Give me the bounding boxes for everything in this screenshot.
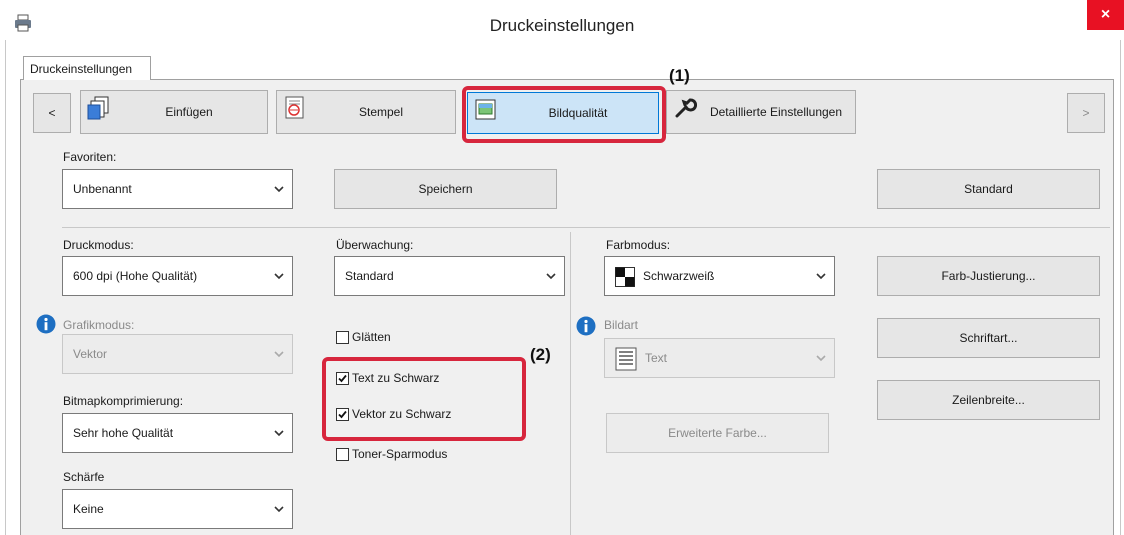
zeilenbreite-button[interactable]: Zeilenbreite...: [877, 380, 1100, 420]
chevron-down-icon: [274, 351, 284, 358]
schaerfe-combo[interactable]: Keine: [62, 489, 293, 529]
favoriten-value: Unbenannt: [73, 182, 132, 196]
callout-1-frame: [462, 86, 666, 143]
text-zu-schwarz-checkbox[interactable]: Text zu Schwarz: [336, 371, 439, 385]
black-white-icon: [615, 267, 635, 287]
toner-sparmodus-box[interactable]: [336, 447, 349, 461]
farb-justierung-button[interactable]: Farb-Justierung...: [877, 256, 1100, 296]
tab-stempel[interactable]: Stempel: [276, 90, 456, 134]
toner-sparmodus-checkbox[interactable]: Toner-Sparmodus: [336, 447, 447, 461]
nav-prev-button[interactable]: <: [33, 93, 71, 133]
wrench-icon: [675, 98, 697, 118]
tab-detaillierte-einstellungen[interactable]: Detaillierte Einstellungen: [666, 90, 856, 134]
bildart-value: Text: [645, 351, 668, 365]
text-zu-schwarz-box[interactable]: [336, 371, 349, 385]
glaetten-checkbox[interactable]: Glätten: [336, 330, 391, 344]
settings-panel: [20, 79, 1114, 535]
bitmap-label: Bitmapkomprimierung:: [63, 394, 184, 408]
vektor-zu-schwarz-checkbox[interactable]: Vektor zu Schwarz: [336, 407, 451, 421]
divider: [62, 227, 1110, 228]
callout-2-frame: [322, 357, 526, 441]
column-divider: [570, 232, 571, 535]
toner-sparmodus-label: Toner-Sparmodus: [352, 447, 448, 461]
checkmark-icon: [338, 374, 347, 382]
ueberwachung-combo[interactable]: Standard: [334, 256, 565, 296]
grafikmodus-value: Vektor: [73, 347, 108, 361]
close-button[interactable]: ×: [1087, 0, 1124, 30]
schaerfe-value: Keine: [73, 502, 104, 516]
grafikmodus-label: Grafikmodus:: [63, 318, 135, 332]
tab-druckeinstellungen[interactable]: Druckeinstellungen: [23, 56, 151, 80]
text-document-icon: [615, 347, 637, 371]
tab-einfuegen-label: Einfügen: [165, 105, 213, 119]
pages-icon: [87, 96, 109, 120]
favoriten-combo[interactable]: Unbenannt: [62, 169, 293, 209]
glaetten-label: Glätten: [352, 330, 391, 344]
schaerfe-label: Schärfe: [63, 470, 105, 484]
speichern-button[interactable]: Speichern: [334, 169, 557, 209]
checkmark-icon: [338, 410, 347, 418]
tab-detaillierte-label: Detaillierte Einstellungen: [709, 105, 843, 119]
info-icon: [36, 314, 56, 334]
window-title: Druckeinstellungen: [489, 16, 635, 35]
farbmodus-combo[interactable]: Schwarzweiß: [604, 256, 835, 296]
grafikmodus-combo[interactable]: Vektor: [62, 334, 293, 374]
bildart-combo[interactable]: Text: [604, 338, 835, 378]
chevron-down-icon: [816, 355, 826, 362]
bitmap-combo[interactable]: Sehr hohe Qualität: [62, 413, 293, 453]
callout-1-label: (1): [669, 66, 690, 85]
schriftart-button[interactable]: Schriftart...: [877, 318, 1100, 358]
farbmodus-value: Schwarzweiß: [643, 269, 715, 283]
erweiterte-farbe-button[interactable]: Erweiterte Farbe...: [606, 413, 829, 453]
glaetten-box[interactable]: [336, 330, 349, 344]
callout-2-label: (2): [530, 345, 551, 364]
stamp-icon: [285, 96, 304, 119]
tab-stempel-label: Stempel: [358, 105, 404, 119]
tab-einfuegen[interactable]: Einfügen: [80, 90, 268, 134]
chevron-down-icon: [546, 273, 556, 280]
druckmodus-value: 600 dpi (Hohe Qualität): [73, 269, 198, 283]
vektor-zu-schwarz-box[interactable]: [336, 407, 349, 421]
farbmodus-label: Farbmodus:: [606, 238, 671, 252]
info-icon: [576, 316, 596, 336]
druckmodus-combo[interactable]: 600 dpi (Hohe Qualität): [62, 256, 293, 296]
chevron-down-icon: [274, 506, 284, 513]
chevron-down-icon: [816, 273, 826, 280]
bildart-label: Bildart: [604, 318, 639, 332]
vektor-zu-schwarz-label: Vektor zu Schwarz: [352, 407, 452, 421]
ueberwachung-label: Überwachung:: [336, 238, 414, 252]
ueberwachung-value: Standard: [345, 269, 394, 283]
bitmap-value: Sehr hohe Qualität: [73, 426, 174, 440]
nav-next-button[interactable]: >: [1067, 93, 1105, 133]
chevron-down-icon: [274, 430, 284, 437]
chevron-down-icon: [274, 273, 284, 280]
druckmodus-label: Druckmodus:: [63, 238, 134, 252]
chevron-down-icon: [274, 186, 284, 193]
standard-button[interactable]: Standard: [877, 169, 1100, 209]
text-zu-schwarz-label: Text zu Schwarz: [352, 371, 440, 385]
favoriten-label: Favoriten:: [63, 150, 117, 164]
